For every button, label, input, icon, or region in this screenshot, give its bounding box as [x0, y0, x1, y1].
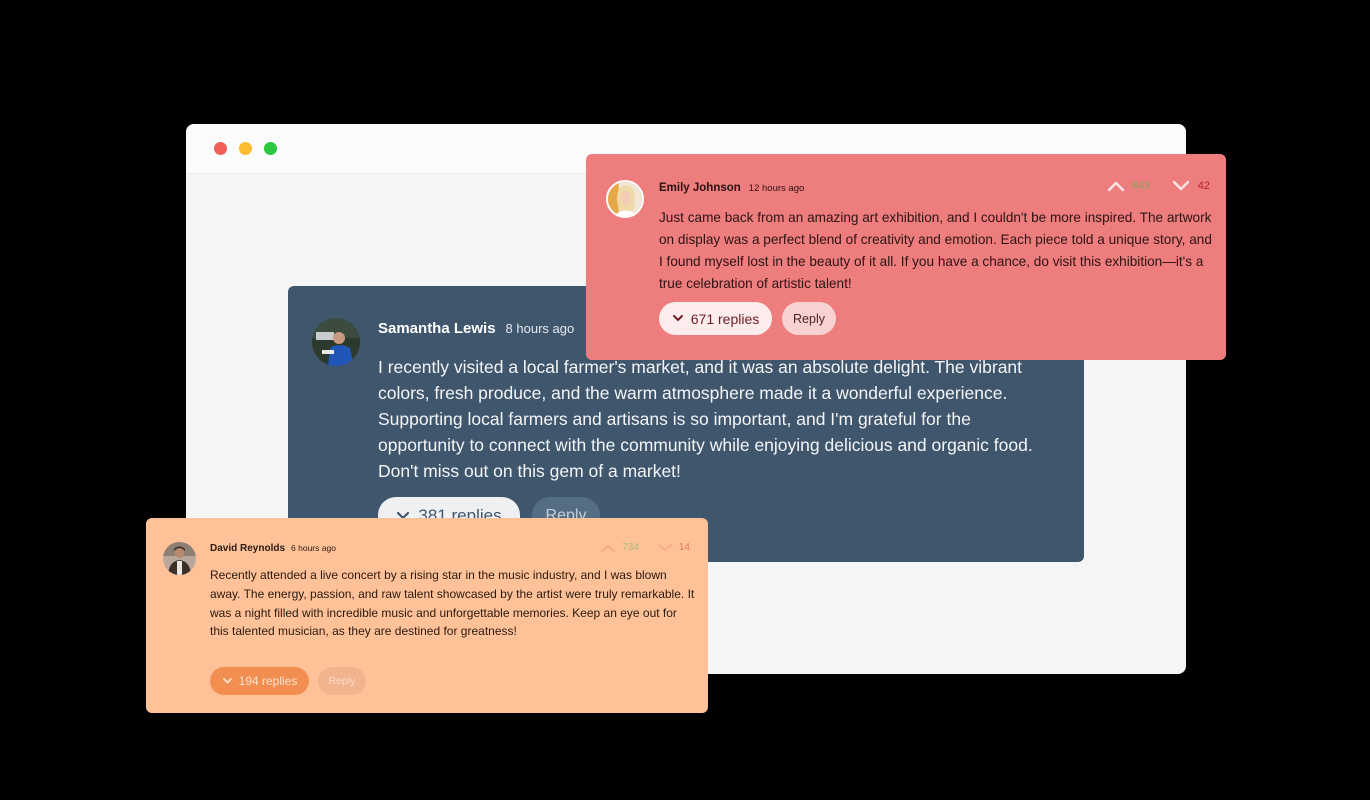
timestamp: 6 hours ago — [291, 543, 336, 553]
upvote: 734 — [600, 542, 639, 553]
comment-actions: 671 replies Reply — [659, 302, 836, 335]
vote-controls: 734 14 — [600, 542, 690, 553]
downvote-button[interactable] — [1172, 180, 1190, 192]
avatar[interactable] — [312, 318, 360, 366]
comment-text: I recently visited a local farmer's mark… — [378, 357, 1033, 481]
chevron-down-icon — [222, 677, 233, 685]
author-name[interactable]: Samantha Lewis — [378, 320, 496, 337]
view-replies-button[interactable]: 671 replies — [659, 302, 772, 335]
replies-count: 671 replies — [690, 310, 760, 327]
downvote: 14 — [657, 542, 690, 553]
upvote-count: 734 — [622, 542, 639, 553]
comment-header: David Reynolds 6 hours ago — [210, 543, 336, 554]
upvote-count: 843 — [1131, 180, 1150, 192]
author-name[interactable]: David Reynolds — [210, 543, 285, 554]
comment-text: Recently attended a live concert by a ri… — [210, 568, 695, 639]
avatar[interactable] — [163, 542, 196, 575]
replies-count: 194 replies — [238, 674, 298, 688]
comment-card-emily: Emily Johnson 12 hours ago 843 42 Just c… — [586, 154, 1226, 360]
upvote-button[interactable] — [1107, 180, 1125, 192]
upvote: 843 — [1107, 180, 1150, 192]
downvote: 42 — [1172, 180, 1210, 192]
chevron-down-icon — [672, 314, 684, 323]
downvote-count: 14 — [678, 542, 690, 553]
minimize-window-button[interactable] — [239, 142, 252, 155]
comment-header: Emily Johnson 12 hours ago — [659, 182, 804, 194]
reply-button[interactable]: Reply — [318, 667, 366, 695]
avatar[interactable] — [606, 180, 644, 218]
comment-card-david: David Reynolds 6 hours ago 734 14 Recent… — [146, 518, 708, 713]
downvote-count: 42 — [1197, 180, 1210, 192]
timestamp: 8 hours ago — [505, 321, 575, 336]
comment-header: Samantha Lewis 8 hours ago — [378, 320, 574, 337]
maximize-window-button[interactable] — [264, 142, 277, 155]
comment-actions: 194 replies Reply — [210, 667, 366, 695]
upvote-button[interactable] — [600, 543, 616, 553]
downvote-button[interactable] — [657, 543, 673, 553]
reply-button[interactable]: Reply — [782, 302, 836, 335]
comment-text: Just came back from an amazing art exhib… — [659, 210, 1212, 291]
view-replies-button[interactable]: 194 replies — [210, 667, 309, 695]
timestamp: 12 hours ago — [748, 183, 805, 194]
close-window-button[interactable] — [214, 142, 227, 155]
vote-controls: 843 42 — [1107, 180, 1210, 192]
author-name[interactable]: Emily Johnson — [659, 182, 741, 194]
